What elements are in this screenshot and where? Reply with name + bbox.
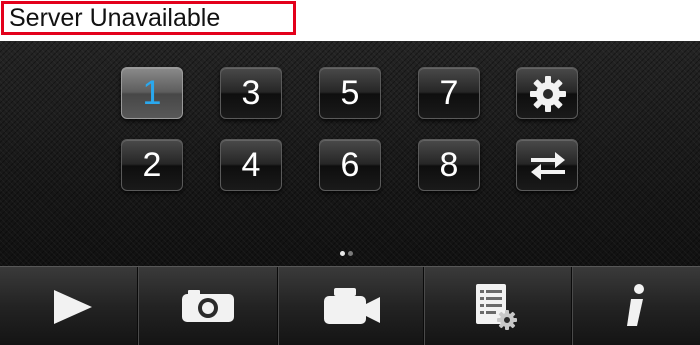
play-icon <box>54 290 92 324</box>
info-button[interactable] <box>572 267 700 345</box>
status-banner: Server Unavailable <box>0 0 700 41</box>
channel-4-button[interactable]: 4 <box>220 139 282 191</box>
video-camera-icon <box>324 288 380 324</box>
channel-7-button[interactable]: 7 <box>418 67 480 119</box>
page-dot-inactive <box>348 251 353 256</box>
channel-1-button[interactable]: 1 <box>121 67 183 119</box>
page-indicator[interactable] <box>338 251 358 257</box>
snapshot-button[interactable] <box>138 267 278 345</box>
file-manager-button[interactable] <box>424 267 572 345</box>
switch-view-button[interactable] <box>516 139 578 191</box>
bottom-toolbar <box>0 266 700 345</box>
camera-icon <box>182 290 234 322</box>
play-button[interactable] <box>0 267 138 345</box>
page-dot-active <box>340 251 345 256</box>
server-unavailable-message: Server Unavailable <box>1 1 296 35</box>
gear-icon <box>530 76 566 112</box>
swap-arrows-icon <box>531 152 565 180</box>
channel-2-button[interactable]: 2 <box>121 139 183 191</box>
dvr-viewer-panel: 1 3 5 7 2 4 6 8 <box>0 41 700 345</box>
file-list-settings-icon <box>476 284 517 330</box>
channel-6-button[interactable]: 6 <box>319 139 381 191</box>
settings-button[interactable] <box>516 67 578 119</box>
channel-5-button[interactable]: 5 <box>319 67 381 119</box>
info-icon <box>627 284 644 326</box>
channel-3-button[interactable]: 3 <box>220 67 282 119</box>
channel-grid: 1 3 5 7 2 4 6 8 <box>0 41 700 211</box>
channel-8-button[interactable]: 8 <box>418 139 480 191</box>
record-button[interactable] <box>278 267 424 345</box>
